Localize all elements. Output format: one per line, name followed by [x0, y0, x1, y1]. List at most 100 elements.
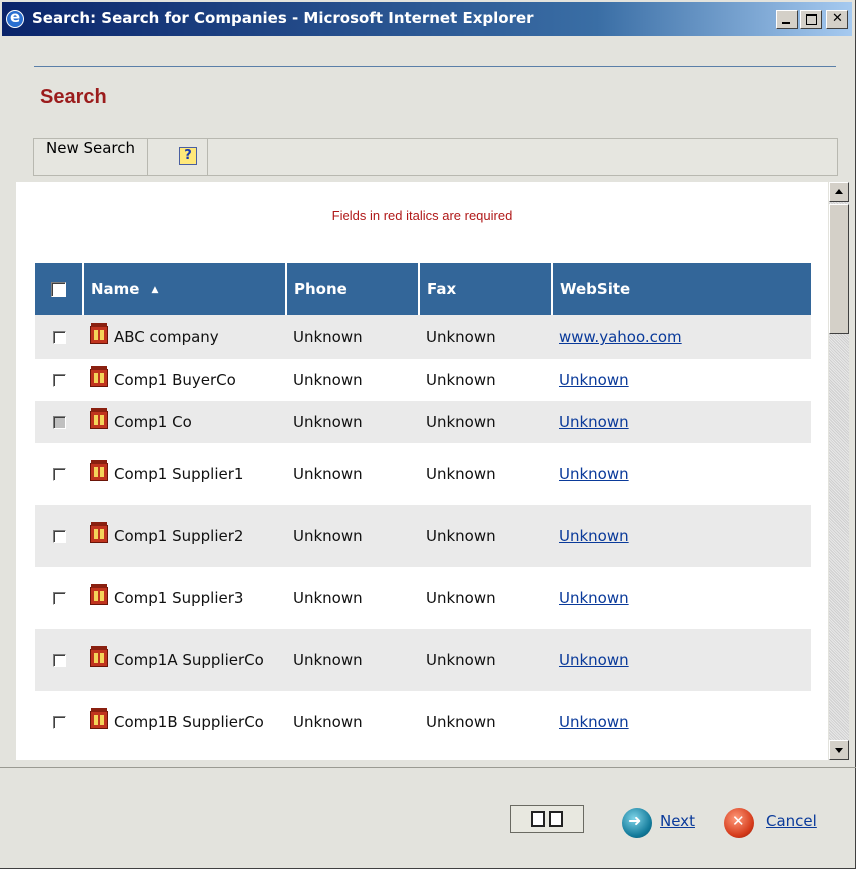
table-row: Comp1B SupplierCo Unknown Unknown Unknown [35, 691, 811, 753]
phone-cell: Unknown [293, 589, 363, 607]
row-checkbox-cell [35, 359, 83, 401]
phone-cell: Unknown [286, 629, 419, 691]
website-link[interactable]: Unknown [559, 465, 629, 483]
phone-cell: Unknown [293, 465, 363, 483]
scroll-up-button[interactable] [829, 182, 849, 202]
company-icon [90, 584, 108, 605]
company-name: Comp1A SupplierCo [114, 651, 264, 669]
fax-cell: Unknown [426, 465, 496, 483]
row-checkbox[interactable] [52, 374, 66, 387]
table-row: Comp1 BuyerCo Unknown Unknown Unknown [35, 359, 811, 401]
table-row: Comp1 Supplier3 Unknown Unknown Unknown [35, 567, 811, 629]
name-cell: Comp1A SupplierCo [83, 629, 286, 691]
phone-cell: Unknown [293, 371, 363, 389]
next-link[interactable]: Next [660, 812, 695, 830]
row-checkbox[interactable] [52, 716, 66, 729]
website-cell: Unknown [552, 691, 811, 753]
column-fax[interactable]: Fax [418, 263, 552, 315]
name-cell: Comp1 Supplier1 [83, 443, 286, 505]
website-link[interactable]: www.yahoo.com [559, 328, 682, 346]
row-checkbox-cell [35, 443, 83, 505]
vertical-scrollbar[interactable] [829, 182, 849, 760]
results-pane: Fields in red italics are required Name ▲… [16, 182, 828, 760]
row-checkbox-cell [35, 315, 83, 359]
website-cell: Unknown [552, 443, 811, 505]
website-cell: Unknown [552, 505, 811, 567]
column-phone[interactable]: Phone [285, 263, 419, 315]
pane-left-icon [531, 811, 545, 827]
select-all-header [35, 263, 83, 315]
row-checkbox[interactable] [52, 331, 66, 344]
phone-cell: Unknown [286, 505, 419, 567]
fax-cell: Unknown [419, 315, 552, 359]
ie-icon [6, 8, 24, 28]
website-link[interactable]: Unknown [559, 371, 629, 389]
company-icon [90, 323, 108, 344]
footer-divider [0, 767, 856, 768]
close-button[interactable] [826, 10, 848, 29]
cancel-link[interactable]: Cancel [766, 812, 817, 830]
name-cell: ABC company [83, 315, 286, 359]
row-checkbox[interactable] [52, 530, 66, 543]
name-cell: Comp1 Supplier3 [83, 567, 286, 629]
new-search-button[interactable]: New Search [34, 139, 149, 175]
row-checkbox[interactable] [52, 416, 66, 429]
table-row: Comp1A SupplierCo Unknown Unknown Unknown [35, 629, 811, 691]
row-checkbox[interactable] [52, 468, 66, 481]
company-icon [90, 522, 108, 543]
company-icon [90, 646, 108, 667]
fax-cell: Unknown [419, 401, 552, 443]
company-name: Comp1B SupplierCo [114, 713, 264, 731]
divider [34, 66, 836, 67]
company-name: Comp1 Supplier3 [114, 589, 244, 607]
scroll-thumb[interactable] [829, 204, 849, 334]
website-link[interactable]: Unknown [559, 527, 629, 545]
column-website[interactable]: WebSite [551, 263, 811, 315]
table-row: Comp1 Co Unknown Unknown Unknown [35, 401, 811, 443]
company-name: ABC company [114, 328, 219, 346]
name-cell: Comp1 Co [83, 401, 286, 443]
company-name: Comp1 BuyerCo [114, 371, 236, 389]
phone-cell: Unknown [286, 315, 419, 359]
website-cell: www.yahoo.com [552, 315, 811, 359]
fax-cell: Unknown [426, 371, 496, 389]
website-link[interactable]: Unknown [559, 413, 629, 431]
phone-cell: Unknown [293, 713, 363, 731]
company-icon [90, 366, 108, 387]
website-link[interactable]: Unknown [559, 589, 629, 607]
website-cell: Unknown [552, 359, 811, 401]
row-checkbox[interactable] [52, 654, 66, 667]
help-button[interactable]: ? [171, 139, 208, 175]
company-name: Comp1 Supplier1 [114, 465, 244, 483]
website-cell: Unknown [552, 567, 811, 629]
window-title: Search: Search for Companies - Microsoft… [32, 9, 534, 27]
row-checkbox-cell [35, 505, 83, 567]
column-name[interactable]: Name ▲ [82, 263, 286, 315]
row-checkbox-cell [35, 691, 83, 753]
minimize-button[interactable] [776, 10, 798, 29]
name-cell: Comp1B SupplierCo [83, 691, 286, 753]
website-link[interactable]: Unknown [559, 713, 629, 731]
scroll-down-button[interactable] [829, 740, 849, 760]
next-arrow-icon[interactable] [622, 808, 652, 838]
fax-cell: Unknown [419, 505, 552, 567]
cancel-x-icon[interactable] [724, 808, 754, 838]
website-link[interactable]: Unknown [559, 651, 629, 669]
name-cell: Comp1 Supplier2 [83, 505, 286, 567]
layout-toggle-button[interactable] [510, 805, 584, 833]
header-row: Name ▲ Phone Fax WebSite [35, 263, 811, 315]
table-row: Comp1 Supplier1 Unknown Unknown Unknown [35, 443, 811, 505]
table-row: ABC company Unknown Unknown www.yahoo.com [35, 315, 811, 359]
sort-ascending-icon: ▲ [151, 284, 159, 295]
maximize-button[interactable] [800, 10, 822, 29]
company-icon [90, 460, 108, 481]
toolbar: New Search ? [33, 138, 838, 176]
select-all-checkbox[interactable] [51, 282, 66, 297]
website-cell: Unknown [552, 629, 811, 691]
help-icon: ? [179, 147, 197, 165]
name-cell: Comp1 BuyerCo [83, 359, 286, 401]
row-checkbox[interactable] [52, 592, 66, 605]
title-bar: Search: Search for Companies - Microsoft… [2, 2, 852, 36]
fax-cell: Unknown [426, 713, 496, 731]
pane-right-icon [549, 811, 563, 827]
